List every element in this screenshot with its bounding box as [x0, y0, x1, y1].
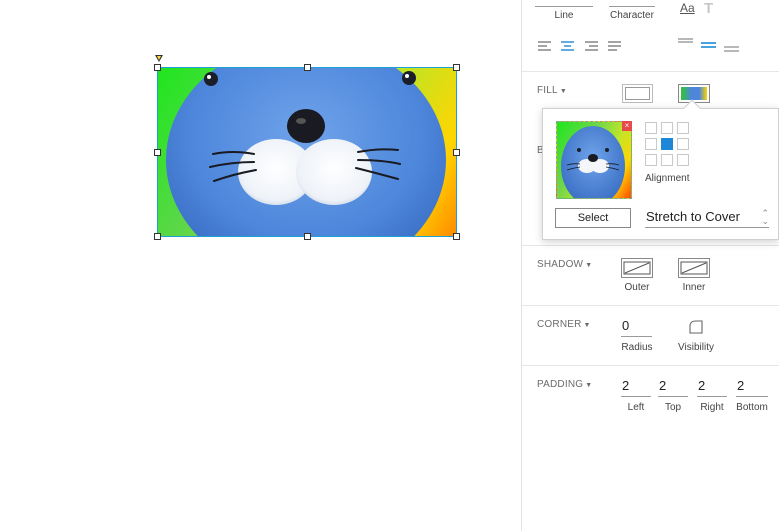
chevron-down-icon: ▼: [585, 382, 593, 389]
corner-section-label: CORNER: [537, 319, 582, 330]
seal-image: [166, 68, 446, 236]
inner-shadow-icon: [680, 261, 708, 275]
divider: [522, 245, 779, 246]
tab-line-indicator: [535, 6, 593, 7]
align-bottom-center-cell[interactable]: [661, 154, 673, 166]
align-left-icon[interactable]: [537, 40, 552, 52]
corner-radius-input[interactable]: 0: [621, 318, 652, 337]
fill-section-toggle[interactable]: FILL ▼: [537, 85, 567, 96]
select-image-button[interactable]: Select: [555, 208, 631, 228]
padding-left-input[interactable]: 2: [621, 378, 651, 397]
valign-middle-icon[interactable]: [700, 41, 717, 49]
tab-character-indicator: [609, 6, 655, 7]
outer-shadow-caption: Outer: [624, 282, 650, 293]
resize-handle-bottom-right[interactable]: [453, 233, 460, 240]
padding-top-input[interactable]: 2: [658, 378, 688, 397]
divider: [522, 305, 779, 306]
padding-top-caption: Top: [664, 402, 682, 413]
tab-character[interactable]: Character: [609, 6, 655, 21]
padding-section-toggle[interactable]: PADDING ▼: [537, 379, 592, 390]
anchor-marker-icon[interactable]: [155, 55, 163, 62]
shadow-section-label: SHADOW: [537, 259, 584, 270]
align-center-icon[interactable]: [560, 40, 575, 52]
inner-shadow-caption: Inner: [682, 282, 706, 293]
outer-shadow-icon: [623, 261, 651, 275]
image-fit-mode-select[interactable]: Stretch to Cover ⌃ ⌄: [645, 208, 769, 228]
properties-panel: Line Character Aa T FILL ▼ B SHADOW ▼ Ou…: [521, 0, 779, 531]
align-justify-icon[interactable]: [607, 40, 622, 52]
fill-color-swatch: [625, 87, 650, 100]
outer-shadow-button[interactable]: [621, 258, 653, 278]
padding-right-caption: Right: [700, 402, 724, 413]
fill-section-label: FILL: [537, 85, 558, 96]
padding-bottom-caption: Bottom: [736, 402, 768, 413]
corner-radius-caption: Radius: [621, 342, 653, 353]
corner-section-toggle[interactable]: CORNER ▼: [537, 319, 591, 330]
padding-bottom-input[interactable]: 2: [736, 378, 768, 397]
image-fit-mode-value: Stretch to Cover: [646, 209, 740, 224]
image-alignment-grid: [645, 122, 693, 168]
font-style-icon[interactable]: Aa: [680, 1, 695, 15]
resize-handle-bottom-middle[interactable]: [304, 233, 311, 240]
fill-image-thumbnail[interactable]: [556, 121, 632, 199]
remove-image-icon[interactable]: ×: [622, 121, 632, 131]
align-bottom-right-cell[interactable]: [677, 154, 689, 166]
resize-handle-top-right[interactable]: [453, 64, 460, 71]
padding-left-caption: Left: [627, 402, 645, 413]
fill-color-button[interactable]: [622, 84, 653, 103]
tab-character-label: Character: [610, 10, 654, 21]
text-format-glyph: T: [704, 0, 714, 17]
resize-handle-middle-right[interactable]: [453, 149, 460, 156]
text-format-icon[interactable]: T: [704, 0, 713, 17]
align-center-cell[interactable]: [661, 138, 673, 150]
corner-visibility-caption: Visibility: [678, 342, 714, 353]
align-top-center-cell[interactable]: [661, 122, 673, 134]
chevron-down-icon: ▼: [585, 262, 593, 269]
tab-line-label: Line: [554, 10, 574, 21]
chevron-down-icon: ▼: [583, 322, 591, 329]
fill-image-button[interactable]: [678, 84, 710, 103]
up-down-chevron-icon: ⌃ ⌄: [761, 208, 769, 226]
tab-line[interactable]: Line: [535, 6, 593, 21]
seal-thumbnail-image: [561, 126, 625, 198]
align-right-icon[interactable]: [584, 40, 599, 52]
padding-right-input[interactable]: 2: [697, 378, 727, 397]
inner-shadow-button[interactable]: [678, 258, 710, 278]
resize-handle-middle-left[interactable]: [154, 149, 161, 156]
font-style-glyph: Aa: [680, 1, 695, 15]
shadow-section-toggle[interactable]: SHADOW ▼: [537, 259, 592, 270]
valign-top-icon[interactable]: [677, 37, 694, 45]
padding-section-label: PADDING: [537, 379, 584, 390]
alignment-label: Alignment: [645, 173, 690, 184]
fill-image-popover: × Alignment Select Stretch to Cover ⌃ ⌄: [542, 99, 779, 240]
fill-image-swatch: [681, 87, 707, 100]
align-top-left-cell[interactable]: [645, 122, 657, 134]
corner-visibility-icon[interactable]: [689, 320, 703, 334]
divider: [522, 71, 779, 72]
selected-image-widget[interactable]: [157, 67, 457, 237]
align-middle-left-cell[interactable]: [645, 138, 657, 150]
resize-handle-bottom-left[interactable]: [154, 233, 161, 240]
chevron-down-icon: ▼: [559, 88, 567, 95]
divider: [522, 365, 779, 366]
align-bottom-left-cell[interactable]: [645, 154, 657, 166]
valign-bottom-icon[interactable]: [723, 45, 740, 53]
align-top-right-cell[interactable]: [677, 122, 689, 134]
resize-handle-top-middle[interactable]: [304, 64, 311, 71]
align-middle-right-cell[interactable]: [677, 138, 689, 150]
resize-handle-top-left[interactable]: [154, 64, 161, 71]
canvas-area[interactable]: [0, 0, 521, 531]
